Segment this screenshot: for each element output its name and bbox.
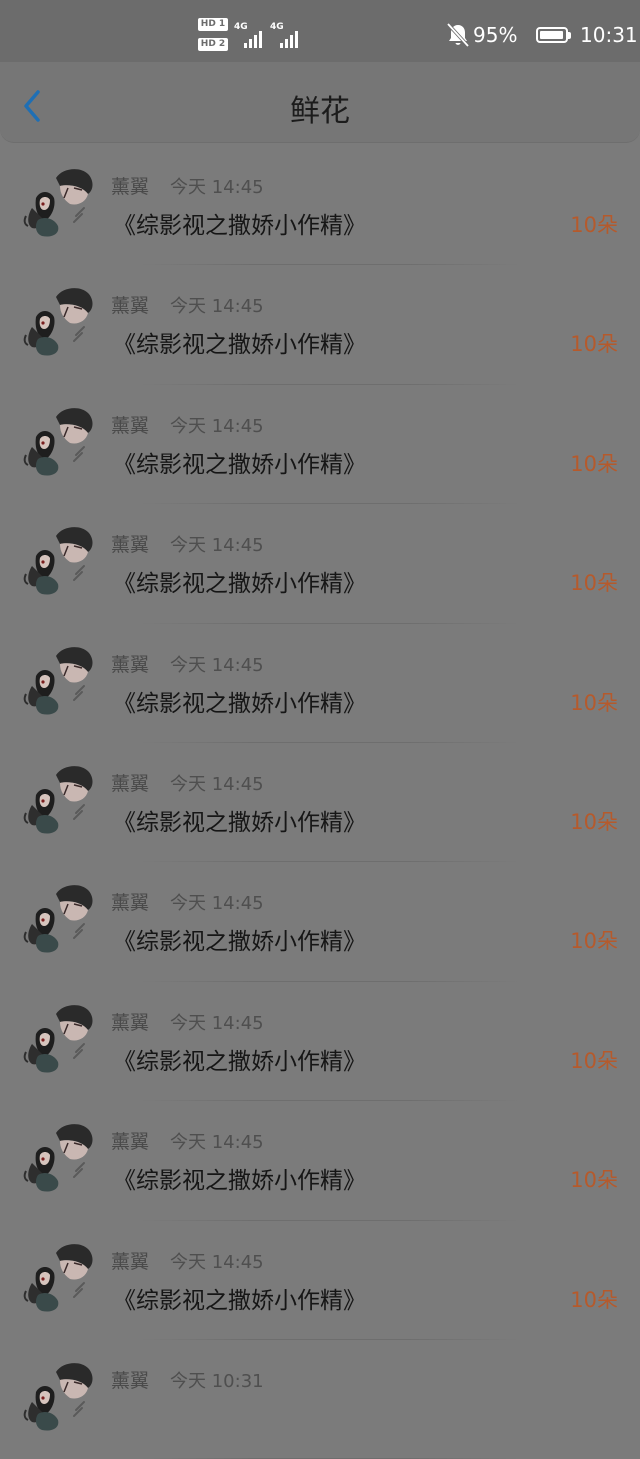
flower-gift-list: 薰翼 今天 14:45 《综影视之撒娇小作精》 10朵 薰翼 今天 14:45 … [0,146,640,1459]
user-name[interactable]: 薰翼 [111,172,149,199]
book-title[interactable]: 《综影视之撒娇小作精》 [113,1042,366,1076]
hd-sim2-badge: HD 2 [198,38,228,51]
nav-bar: 鲜花 [0,62,640,143]
list-item[interactable]: 薰翼 今天 14:45 《综影视之撒娇小作精》 10朵 [0,504,640,624]
signal-icon [238,24,266,48]
list-item[interactable]: 薰翼 今天 14:45 《综影视之撒娇小作精》 10朵 [0,1101,640,1221]
book-title[interactable]: 《综影视之撒娇小作精》 [113,1161,366,1195]
avatar[interactable] [22,1239,98,1315]
status-bar: HD 1 HD 2 4G 4G 95% 10:31 [0,0,640,62]
flower-count: 10朵 [570,1168,618,1193]
flower-count: 10朵 [570,571,618,596]
book-title[interactable]: 《综影视之撒娇小作精》 [113,922,366,956]
avatar[interactable] [22,522,98,598]
battery-charging-icon [536,27,568,43]
sim-indicators: HD 1 HD 2 4G 4G [198,16,308,56]
flower-count: 10朵 [570,690,618,715]
flower-count: 10朵 [570,1048,618,1073]
avatar[interactable] [22,1358,98,1434]
list-item[interactable]: 薰翼 今天 14:45 《综影视之撒娇小作精》 10朵 [0,265,640,385]
page-title: 鲜花 [290,94,350,129]
book-title[interactable]: 《综影视之撒娇小作精》 [113,325,366,359]
book-title[interactable]: 《综影视之撒娇小作精》 [113,564,366,598]
flower-count: 10朵 [570,213,618,237]
hd-sim1-badge: HD 1 [198,18,228,31]
avatar[interactable] [22,403,98,479]
timestamp: 今天 14:45 [170,1251,264,1273]
user-name[interactable]: 薰翼 [111,1127,149,1154]
avatar[interactable] [22,283,98,359]
list-item[interactable]: 薰翼 今天 14:45 《综影视之撒娇小作精》 10朵 [0,146,640,266]
book-title[interactable]: 《综影视之撒娇小作精》 [113,206,366,240]
avatar[interactable] [22,1119,98,1195]
signal-icon [274,24,302,48]
avatar[interactable] [22,880,98,956]
avatar[interactable] [22,642,98,718]
user-name[interactable]: 薰翼 [111,888,149,915]
book-title[interactable]: 《综影视之撒娇小作精》 [113,445,366,479]
avatar[interactable] [22,1000,98,1076]
timestamp: 今天 14:45 [170,415,264,437]
battery-percent: 95% [473,23,518,47]
timestamp: 今天 14:45 [170,1012,264,1034]
timestamp: 今天 14:45 [170,773,264,795]
clock: 10:31 [580,23,638,47]
timestamp: 今天 14:45 [170,296,264,318]
user-name[interactable]: 薰翼 [111,1008,149,1035]
flower-count: 10朵 [570,1287,618,1312]
book-title[interactable]: 《综影视之撒娇小作精》 [113,803,366,837]
user-name[interactable]: 薰翼 [111,530,149,557]
user-name[interactable]: 薰翼 [111,1366,149,1393]
list-item[interactable]: 薰翼 今天 14:45 《综影视之撒娇小作精》 10朵 [0,862,640,982]
list-item[interactable]: 薰翼 今天 14:45 《综影视之撒娇小作精》 10朵 [0,743,640,863]
list-item[interactable]: 薰翼 今天 14:45 《综影视之撒娇小作精》 10朵 [0,982,640,1102]
timestamp: 今天 14:45 [170,893,264,915]
bell-muted-icon [446,22,470,48]
status-right: 95% 10:31 [446,22,638,52]
battery-tip [568,32,571,39]
list-item[interactable]: 薰翼 今天 14:45 《综影视之撒娇小作精》 10朵 [0,624,640,743]
list-item[interactable]: 薰翼 今天 10:31 [0,1340,640,1459]
flower-count: 10朵 [570,809,618,834]
timestamp: 今天 10:31 [170,1370,264,1392]
list-item[interactable]: 薰翼 今天 14:45 《综影视之撒娇小作精》 10朵 [0,385,640,505]
avatar[interactable] [22,761,98,837]
user-name[interactable]: 薰翼 [111,411,149,438]
list-item[interactable]: 薰翼 今天 14:45 《综影视之撒娇小作精》 10朵 [0,1221,640,1340]
user-name[interactable]: 薰翼 [111,291,149,318]
user-name[interactable]: 薰翼 [111,650,149,677]
user-name[interactable]: 薰翼 [111,769,149,796]
timestamp: 今天 14:45 [170,1132,264,1154]
flower-count: 10朵 [570,451,618,476]
timestamp: 今天 14:45 [170,535,264,557]
avatar[interactable] [22,164,98,240]
book-title[interactable]: 《综影视之撒娇小作精》 [113,1281,366,1315]
book-title[interactable]: 《综影视之撒娇小作精》 [113,684,366,718]
timestamp: 今天 14:45 [170,654,264,676]
flower-count: 10朵 [570,332,618,357]
user-name[interactable]: 薰翼 [111,1247,149,1274]
flower-count: 10朵 [570,929,618,954]
timestamp: 今天 14:45 [170,177,264,198]
